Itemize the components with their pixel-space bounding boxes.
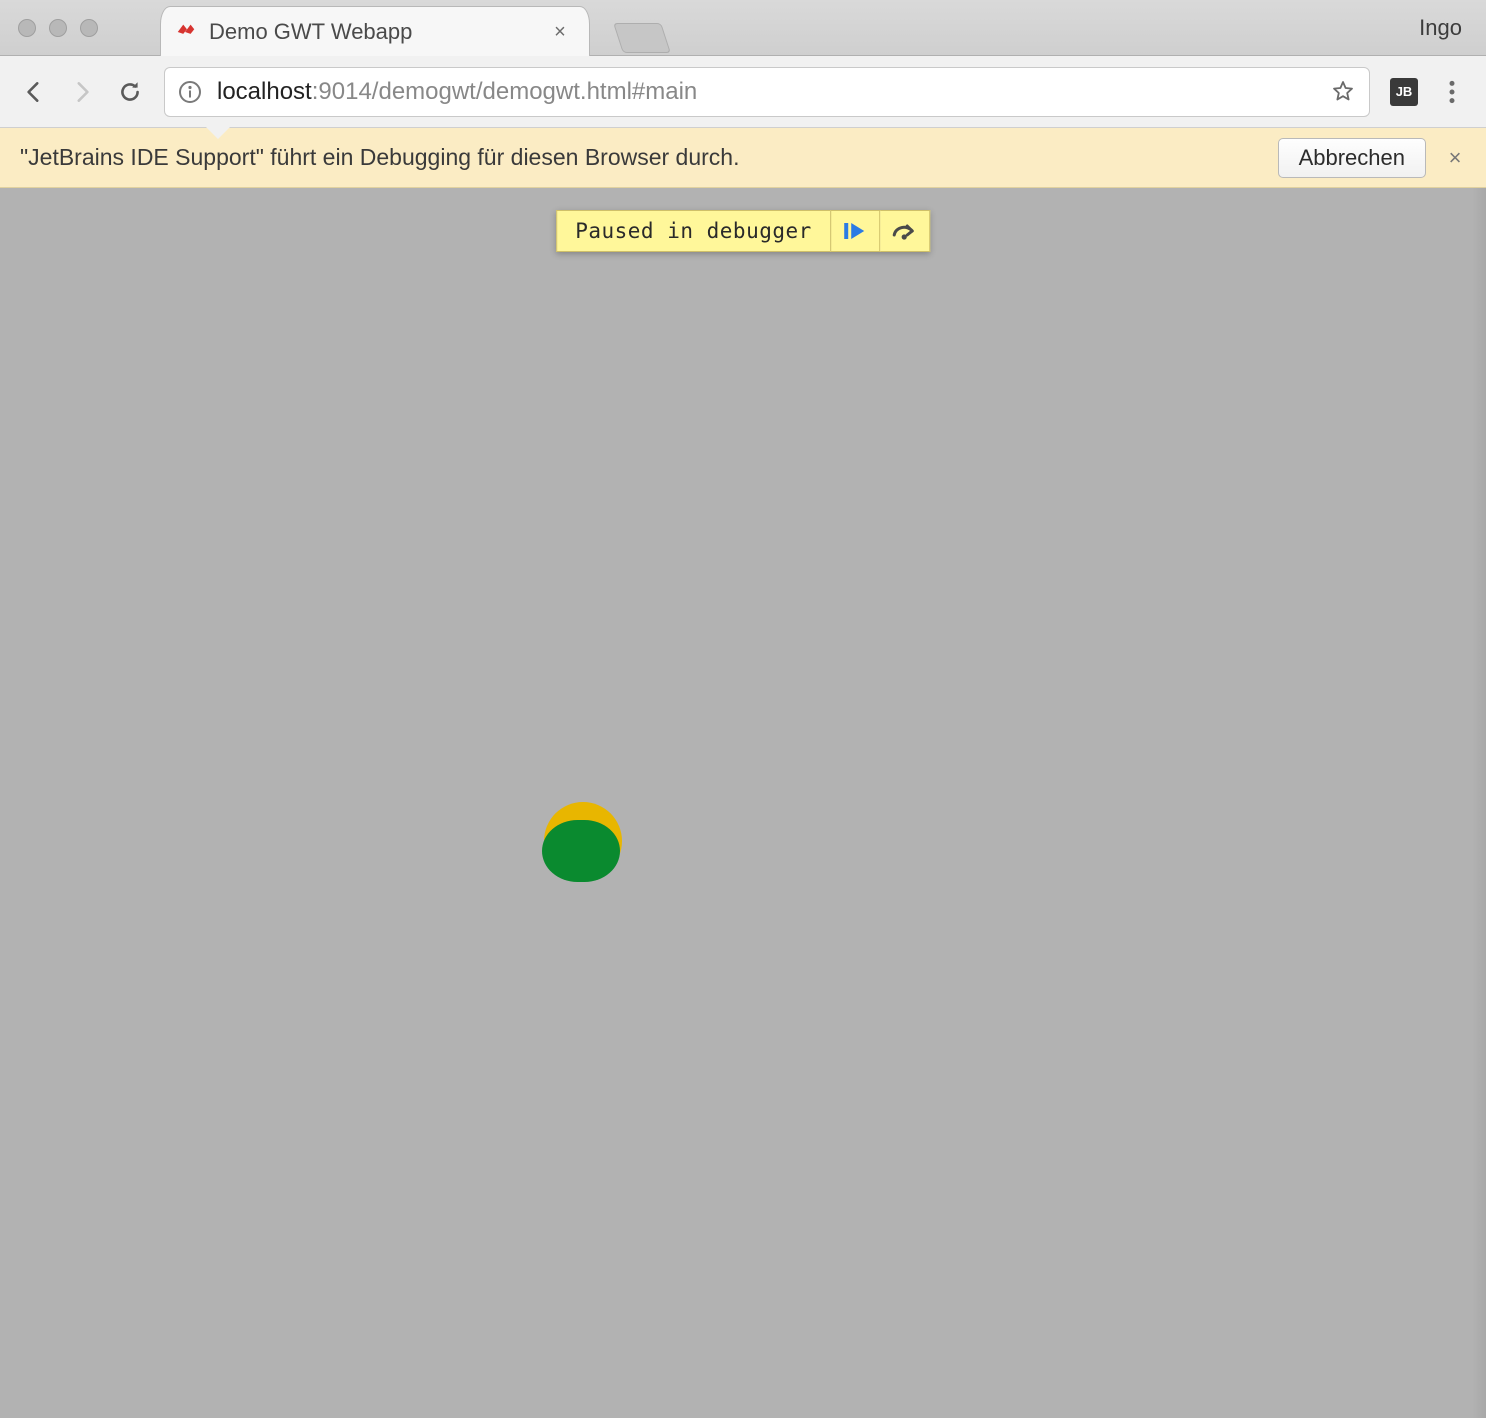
- browser-menu-button[interactable]: [1438, 78, 1466, 106]
- infobar-close-button[interactable]: ×: [1444, 147, 1466, 169]
- tab-title: Demo GWT Webapp: [209, 19, 539, 45]
- loading-spinner-icon: [544, 802, 622, 880]
- new-tab-button[interactable]: [613, 23, 671, 53]
- debugger-step-over-button[interactable]: [880, 210, 930, 252]
- infobar-text: "JetBrains IDE Support" führt ein Debugg…: [20, 144, 1260, 171]
- debugger-message: Paused in debugger: [556, 210, 830, 252]
- window-controls: [18, 19, 98, 37]
- site-info-icon[interactable]: [177, 79, 203, 105]
- url-host: localhost: [217, 78, 312, 105]
- url-text: localhost:9014/demogwt/demogwt.html#main: [217, 78, 1317, 106]
- profile-name[interactable]: Ingo: [1419, 15, 1468, 41]
- infobar-cancel-button[interactable]: Abbrechen: [1278, 138, 1426, 178]
- bookmark-star-icon[interactable]: [1331, 79, 1357, 105]
- forward-button[interactable]: [68, 78, 96, 106]
- url-path: /demogwt/demogwt.html#main: [372, 78, 697, 105]
- browser-toolbar: localhost:9014/demogwt/demogwt.html#main…: [0, 56, 1486, 128]
- debug-infobar: "JetBrains IDE Support" führt ein Debugg…: [0, 128, 1486, 188]
- debugger-overlay: Paused in debugger: [556, 210, 930, 252]
- browser-tab[interactable]: Demo GWT Webapp ×: [160, 6, 590, 56]
- reload-button[interactable]: [116, 78, 144, 106]
- window-minimize-button[interactable]: [49, 19, 67, 37]
- jetbrains-extension-icon[interactable]: JB: [1390, 78, 1418, 106]
- window-close-button[interactable]: [18, 19, 36, 37]
- url-port: :9014: [312, 78, 372, 105]
- address-bar[interactable]: localhost:9014/demogwt/demogwt.html#main: [164, 67, 1370, 117]
- back-button[interactable]: [20, 78, 48, 106]
- tab-close-button[interactable]: ×: [551, 23, 569, 41]
- page-viewport: Paused in debugger: [0, 188, 1486, 1418]
- debugger-resume-button[interactable]: [830, 210, 880, 252]
- scrollbar[interactable]: [1472, 188, 1486, 1418]
- window-zoom-button[interactable]: [80, 19, 98, 37]
- window-titlebar: Demo GWT Webapp × Ingo: [0, 0, 1486, 56]
- gwt-icon: [175, 21, 197, 43]
